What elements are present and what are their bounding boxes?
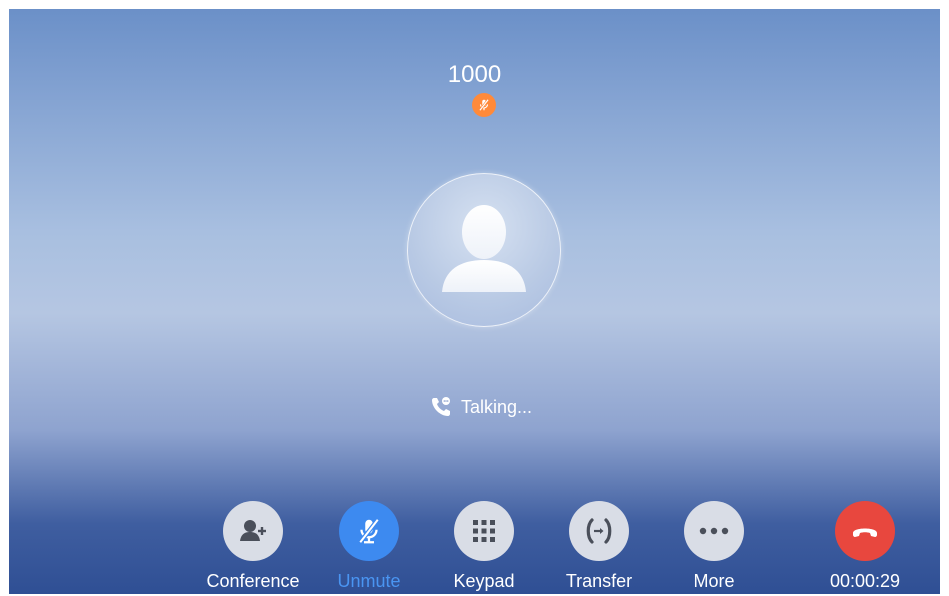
more-label: More [693,571,735,591]
call-duration: 00:00:29 [829,571,901,591]
phone-talking-icon [432,397,450,416]
call-screen: 1000 Talking... Conference Unmute Keypad… [9,9,940,594]
muted-status-icon [472,93,496,117]
keypad-button[interactable] [454,501,514,561]
conference-button[interactable] [223,501,283,561]
call-status-text: Talking... [461,396,533,417]
add-contact-icon [240,520,266,541]
end-call-button[interactable] [835,501,895,561]
keypad-grid-icon [473,520,495,542]
more-button[interactable] [684,501,744,561]
end-call-icon [853,528,877,537]
microphone-muted-icon [358,518,380,544]
unmute-button[interactable] [339,501,399,561]
transfer-call-icon [586,518,612,544]
person-silhouette-icon [442,205,526,292]
more-dots-icon [699,527,729,535]
call-status: Talking... [429,395,532,419]
transfer-button[interactable] [569,501,629,561]
caller-name: 1000 [447,61,502,88]
contact-avatar [407,173,561,327]
